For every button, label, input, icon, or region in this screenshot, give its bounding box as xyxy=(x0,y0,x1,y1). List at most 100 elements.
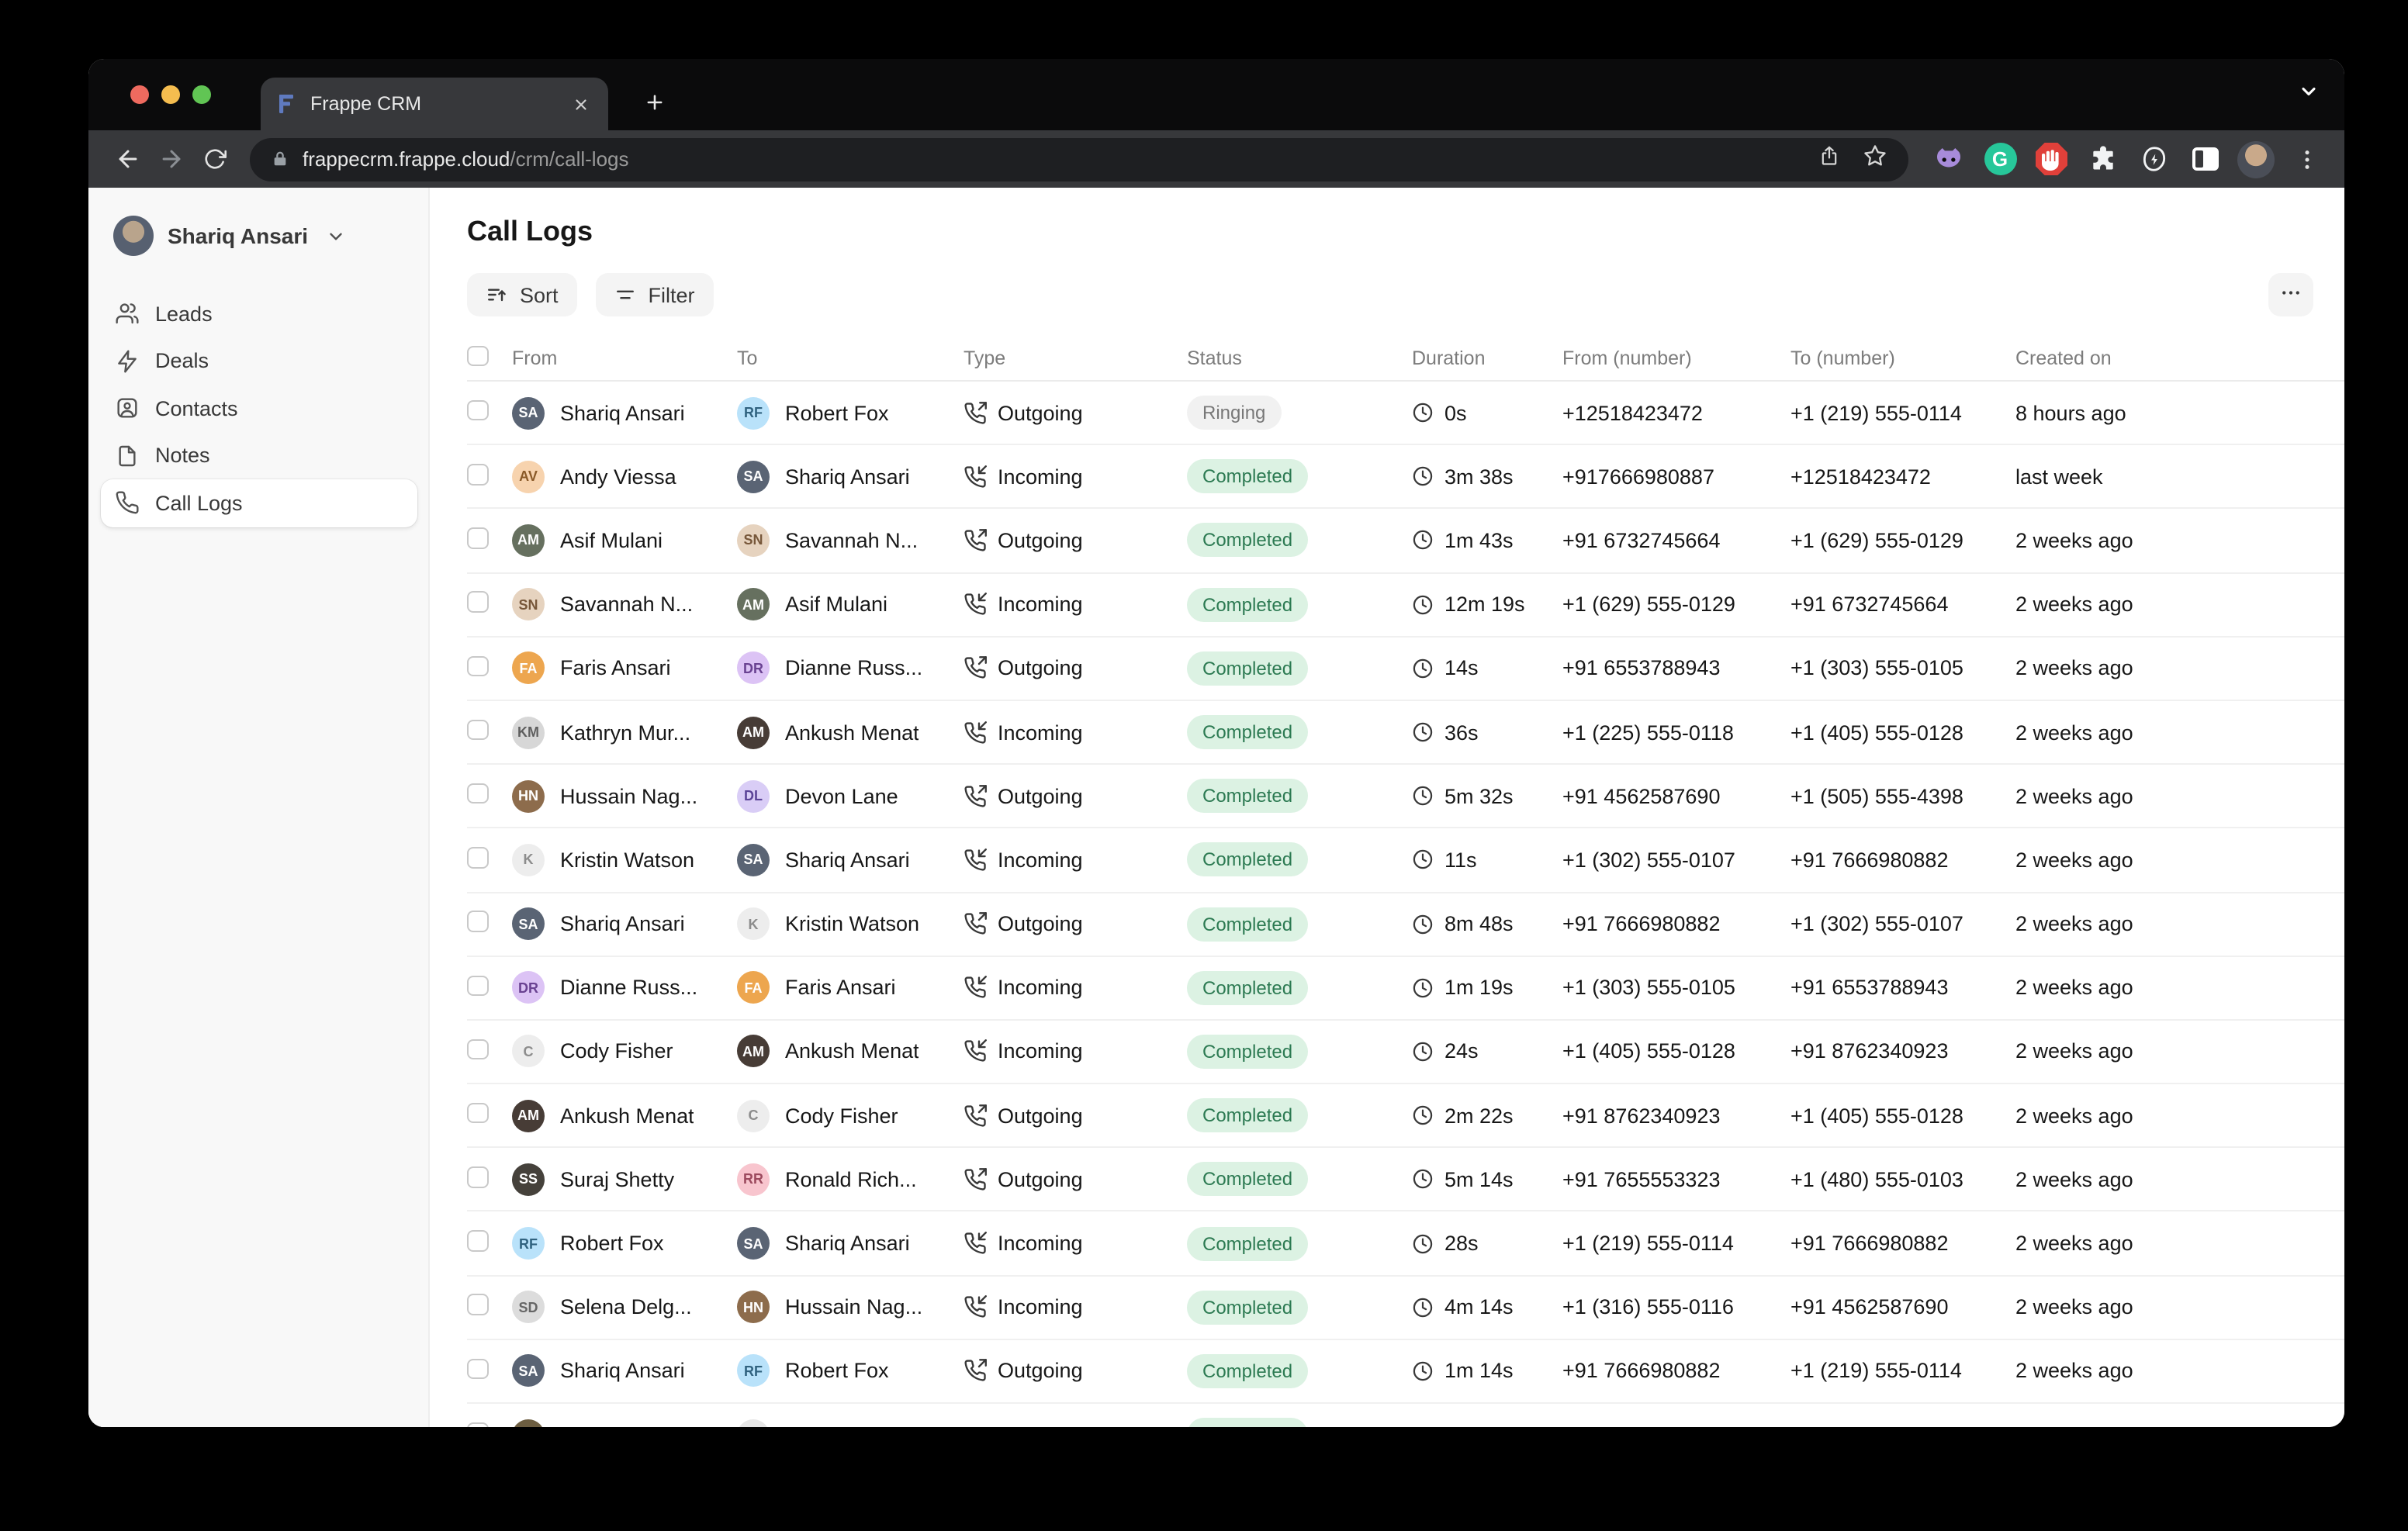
call-type-label: Incoming xyxy=(998,721,1083,744)
table-row[interactable]: AVAndy ViessaSAShariq AnsariIncomingComp… xyxy=(467,445,2344,509)
sidebar-item-notes[interactable]: Notes xyxy=(101,432,417,479)
adblock-extension-icon[interactable] xyxy=(2033,140,2070,178)
select-all-checkbox[interactable] xyxy=(467,346,488,367)
phone-incoming-icon xyxy=(964,465,987,489)
call-type-label: Outgoing xyxy=(998,1168,1083,1191)
created-on: 2 weeks ago xyxy=(2015,593,2344,616)
url-text: frappecrm.frappe.cloud/crm/call-logs xyxy=(303,147,629,171)
table-row[interactable]: AMAnkush MenatCCody FisherOutgoingComple… xyxy=(467,1084,2344,1148)
from-number: +12518423472 xyxy=(1562,401,1790,424)
bookmark-star-icon[interactable] xyxy=(1863,143,1887,175)
sort-icon xyxy=(486,284,507,306)
duration-value: 14s xyxy=(1444,657,1479,680)
browser-tab[interactable]: Frappe CRM xyxy=(261,78,608,130)
more-options-button[interactable] xyxy=(2268,273,2313,316)
row-checkbox[interactable] xyxy=(467,592,488,613)
share-icon[interactable] xyxy=(1818,143,1840,175)
row-checkbox[interactable] xyxy=(467,911,488,932)
contacts-icon xyxy=(115,396,140,421)
call-type-label: Incoming xyxy=(998,465,1083,489)
filter-button[interactable]: Filter xyxy=(596,273,714,316)
sidebar-item-leads[interactable]: Leads xyxy=(101,290,417,337)
row-checkbox[interactable] xyxy=(467,1294,488,1315)
row-checkbox[interactable] xyxy=(467,783,488,804)
sidebar-item-deals[interactable]: Deals xyxy=(101,337,417,385)
phone-icon xyxy=(115,491,140,516)
energy-saver-icon[interactable] xyxy=(2135,140,2172,178)
row-checkbox[interactable] xyxy=(467,847,488,868)
from-number: +91 7666980882 xyxy=(1562,912,1790,935)
duration-value: 0s xyxy=(1444,401,1467,424)
row-checkbox[interactable] xyxy=(467,1166,488,1187)
table-row[interactable]: AMAsif MulaniSNSavannah N...OutgoingComp… xyxy=(467,510,2344,573)
row-checkbox[interactable] xyxy=(467,400,488,421)
table-row[interactable]: FAFaris AnsariDRDianne Russ...OutgoingCo… xyxy=(467,638,2344,701)
column-header: From xyxy=(512,347,737,369)
row-checkbox[interactable] xyxy=(467,1358,488,1379)
reload-icon[interactable] xyxy=(194,139,234,179)
row-checkbox[interactable] xyxy=(467,527,488,548)
table-row[interactable]: CCody FisherAMAnkush MenatIncomingComple… xyxy=(467,1021,2344,1084)
row-checkbox[interactable] xyxy=(467,720,488,741)
table-row[interactable]: SDSelena Delg...HNHussain Nag...Incoming… xyxy=(467,1276,2344,1339)
url-bar[interactable]: frappecrm.frappe.cloud/crm/call-logs xyxy=(250,137,1908,181)
zoom-window-button[interactable] xyxy=(192,85,211,104)
row-checkbox[interactable] xyxy=(467,655,488,676)
status-badge: Completed xyxy=(1187,651,1308,686)
row-checkbox[interactable] xyxy=(467,1422,488,1427)
created-on: 2 weeks ago xyxy=(2015,1040,2344,1063)
forward-icon[interactable] xyxy=(150,139,191,179)
clock-icon xyxy=(1412,1360,1434,1382)
phone-outgoing-icon xyxy=(964,784,987,807)
table-row[interactable]: SAShariq AnsariRFRobert FoxOutgoingRingi… xyxy=(467,382,2344,445)
side-panel-icon[interactable] xyxy=(2186,140,2223,178)
phone-incoming-icon xyxy=(964,1295,987,1318)
table-row[interactable]: Completed xyxy=(467,1404,2344,1427)
tab-search-chevron-icon[interactable] xyxy=(2298,81,2320,102)
table-row[interactable]: KKristin WatsonSAShariq AnsariIncomingCo… xyxy=(467,829,2344,893)
desktop-background: Frappe CRM xyxy=(0,0,2408,1531)
minimize-window-button[interactable] xyxy=(161,85,180,104)
grammarly-extension-icon[interactable]: G xyxy=(1981,140,2019,178)
call-logs-table: FromToTypeStatusDurationFrom (number)To … xyxy=(467,337,2344,1427)
table-row[interactable]: RFRobert FoxSAShariq AnsariIncomingCompl… xyxy=(467,1212,2344,1276)
avatar: SA xyxy=(512,1355,545,1388)
column-header: Created on xyxy=(2015,347,2344,369)
clock-icon xyxy=(1412,785,1434,807)
row-checkbox[interactable] xyxy=(467,1103,488,1124)
sidebar-item-contacts[interactable]: Contacts xyxy=(101,385,417,432)
created-on: 2 weeks ago xyxy=(2015,1360,2344,1383)
main-content: Call Logs Sort Filter xyxy=(430,188,2344,1427)
sort-button[interactable]: Sort xyxy=(467,273,577,316)
table-row[interactable]: DRDianne Russ...FAFaris AnsariIncomingCo… xyxy=(467,956,2344,1020)
row-checkbox[interactable] xyxy=(467,1039,488,1059)
avatar: SA xyxy=(737,844,770,876)
table-row[interactable]: KMKathryn Mur...AMAnkush MenatIncomingCo… xyxy=(467,701,2344,765)
created-on: 2 weeks ago xyxy=(2015,1295,2344,1318)
back-icon[interactable] xyxy=(107,139,147,179)
github-extension-icon[interactable] xyxy=(1930,140,1967,178)
person-name: Kathryn Mur... xyxy=(560,721,690,744)
url-host: frappecrm.frappe.cloud xyxy=(303,147,510,171)
row-checkbox[interactable] xyxy=(467,464,488,485)
user-menu[interactable]: Shariq Ansari xyxy=(101,208,416,264)
tab-close-icon[interactable] xyxy=(568,92,593,116)
to-number: +1 (219) 555-0114 xyxy=(1790,401,2015,424)
new-tab-button[interactable] xyxy=(635,82,675,123)
row-checkbox[interactable] xyxy=(467,975,488,996)
table-row[interactable]: HNHussain Nag...DLDevon LaneOutgoingComp… xyxy=(467,765,2344,828)
row-checkbox[interactable] xyxy=(467,1231,488,1252)
browser-menu-icon[interactable] xyxy=(2289,140,2326,178)
table-row[interactable]: SAShariq AnsariKKristin WatsonOutgoingCo… xyxy=(467,893,2344,956)
person-name: Dianne Russ... xyxy=(785,657,922,680)
person-name: Robert Fox xyxy=(785,401,889,424)
sidebar-item-call-logs[interactable]: Call Logs xyxy=(101,479,417,527)
created-on: 2 weeks ago xyxy=(2015,1232,2344,1255)
profile-avatar[interactable] xyxy=(2237,140,2275,178)
table-row[interactable]: SSSuraj ShettyRRRonald Rich...OutgoingCo… xyxy=(467,1149,2344,1212)
table-row[interactable]: SAShariq AnsariRFRobert FoxOutgoingCompl… xyxy=(467,1340,2344,1404)
extensions-puzzle-icon[interactable] xyxy=(2084,140,2121,178)
status-badge: Completed xyxy=(1187,715,1308,749)
close-window-button[interactable] xyxy=(130,85,149,104)
table-row[interactable]: SNSavannah N...AMAsif MulaniIncomingComp… xyxy=(467,573,2344,637)
